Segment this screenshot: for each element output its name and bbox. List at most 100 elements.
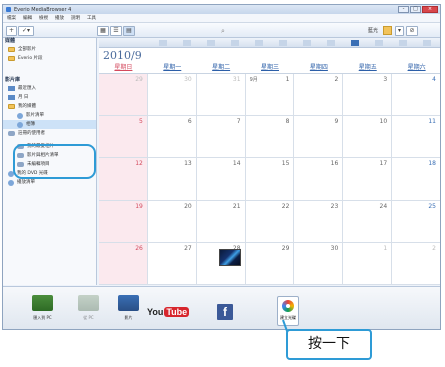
- calendar-day[interactable]: 25: [392, 201, 440, 243]
- calendar-day[interactable]: 29: [99, 74, 148, 117]
- day-number: 23: [330, 202, 339, 210]
- import-label: 匯入到 PC: [33, 315, 52, 320]
- calendar-day[interactable]: 16: [294, 158, 344, 201]
- menu-help[interactable]: 說明: [71, 15, 80, 21]
- sidebar-item-recent[interactable]: 最近匯入: [3, 84, 96, 93]
- calendar-day[interactable]: 5: [99, 116, 148, 159]
- calendar-day[interactable]: 24: [343, 200, 393, 243]
- day-number: 29: [281, 244, 290, 252]
- calendar-day[interactable]: 18: [392, 158, 440, 201]
- calendar-day[interactable]: 22: [245, 200, 295, 243]
- calendar-day[interactable]: 3: [343, 74, 393, 117]
- calendar-day[interactable]: 19: [99, 200, 148, 243]
- create-disc-button[interactable]: 建立光碟: [277, 296, 299, 326]
- video-thumbnail[interactable]: [218, 248, 241, 266]
- minimize-button[interactable]: -: [398, 6, 409, 13]
- sidebar-item-label: 註冊的使用者: [18, 131, 45, 136]
- calendar-day[interactable]: 30: [294, 242, 344, 285]
- search-icon[interactable]: ⌕: [221, 27, 225, 36]
- calendar-day[interactable]: 11: [392, 116, 440, 159]
- sidebar-item-label: Everio 片段: [18, 56, 43, 61]
- calendar-grid: 29 30 31 1 9月 2 3 4 5 6 7 8 9 10 11 12 13 14 15 16 17 18 19 20 2…: [99, 74, 440, 285]
- import-icon: [32, 295, 53, 311]
- calendar-day[interactable]: 30: [147, 74, 197, 117]
- calendar-day[interactable]: 12: [99, 158, 148, 201]
- menu-file[interactable]: 檔案: [7, 15, 16, 21]
- calendar-day[interactable]: 14: [196, 158, 246, 201]
- sidebar-item-my-media[interactable]: 我的媒體: [3, 102, 96, 111]
- calendar-day[interactable]: 21: [196, 200, 246, 243]
- calendar-day[interactable]: 9: [294, 116, 344, 159]
- day-number: 10: [379, 118, 388, 126]
- youtube-tube: Tube: [164, 307, 190, 317]
- calendar-day[interactable]: 28: [196, 242, 246, 285]
- day-number: 2: [334, 76, 339, 83]
- month-strip[interactable]: [99, 38, 440, 48]
- thumbnail-view-icon[interactable]: ▦: [97, 26, 109, 36]
- sidebar-item-label: 播放清單: [17, 180, 35, 185]
- calendar-day[interactable]: 13: [147, 158, 197, 201]
- calendar-day[interactable]: 20: [147, 200, 197, 243]
- calendar-day[interactable]: 29: [245, 242, 295, 285]
- tools-button[interactable]: ✓▾: [18, 26, 34, 36]
- calendar-day[interactable]: 23: [294, 200, 344, 243]
- section-heading: 影片庫: [5, 77, 21, 83]
- import-button[interactable]: 匯入到 PC: [25, 295, 60, 329]
- sidebar-item-all-videos[interactable]: 全部影片: [3, 45, 96, 54]
- calendar-day[interactable]: 15: [245, 158, 295, 201]
- sidebar-item-video-list[interactable]: 影片清單: [3, 111, 96, 120]
- calendar-view-icon[interactable]: ▤: [123, 26, 135, 36]
- calendar-day[interactable]: 6: [147, 116, 197, 159]
- weekday-mon: 星期一: [163, 64, 182, 71]
- day-number: 1: [383, 244, 388, 252]
- zoom-icon[interactable]: ⊘: [406, 26, 418, 36]
- day-number: 26: [135, 244, 143, 252]
- day-number: 7: [236, 118, 241, 126]
- close-button[interactable]: ×: [422, 6, 438, 13]
- day-number: 20: [184, 202, 192, 210]
- sidebar-item-albums[interactable]: 相簿: [3, 120, 96, 129]
- youtube-button[interactable]: You Tube: [147, 304, 191, 320]
- calendar-day[interactable]: 26: [99, 242, 148, 285]
- folder-icon[interactable]: [383, 26, 392, 35]
- calendar-day[interactable]: 17: [343, 158, 393, 201]
- day-number: 16: [330, 160, 339, 168]
- day-number: 21: [232, 202, 241, 210]
- day-number: 3: [383, 76, 388, 83]
- view-toggle-icon[interactable]: ▾: [395, 26, 404, 36]
- calendar-day[interactable]: 27: [147, 242, 197, 285]
- calendar-day[interactable]: 2: [294, 74, 344, 117]
- toolbar: + ✓▾ ▦ ☰ ▤ ⌕ 藍光 ▾ ⊘: [3, 23, 440, 38]
- sidebar-item-registered-users[interactable]: 註冊的使用者: [3, 129, 96, 138]
- list-view-icon[interactable]: ☰: [110, 26, 122, 36]
- calendar-day[interactable]: 8: [245, 116, 295, 159]
- menu-play[interactable]: 播放: [55, 15, 64, 21]
- add-button[interactable]: +: [6, 26, 17, 36]
- day-number: 30: [184, 76, 192, 83]
- sidebar-item-month[interactable]: 月 日: [3, 93, 96, 102]
- calendar-day[interactable]: 1: [343, 242, 393, 285]
- callout-box: 按一下: [286, 329, 372, 360]
- sidebar-item-everio[interactable]: Everio 片段: [3, 54, 96, 63]
- calendar-day[interactable]: 10: [343, 116, 393, 159]
- day-number: 5: [139, 118, 143, 126]
- menu-edit[interactable]: 編輯: [23, 15, 32, 21]
- day-number: 17: [379, 160, 388, 168]
- youtube-you: You: [147, 307, 164, 317]
- sidebar-item-label: 影片清單: [26, 113, 44, 118]
- export-button[interactable]: 從 PC: [71, 295, 106, 329]
- facebook-button[interactable]: f: [217, 304, 233, 320]
- maximize-button[interactable]: □: [410, 6, 421, 13]
- calendar-day[interactable]: 7: [196, 116, 246, 159]
- calendar-day[interactable]: 2: [392, 243, 440, 285]
- month-label: 2010/9: [103, 49, 142, 62]
- calendar-day[interactable]: 1 9月: [245, 74, 295, 117]
- menu-view[interactable]: 檢視: [39, 15, 48, 21]
- sidebar-item-playlist[interactable]: 播放清單: [3, 178, 96, 187]
- day-number: 31: [232, 76, 241, 83]
- menu-tools[interactable]: 工具: [87, 15, 96, 21]
- day-number: 30: [330, 244, 339, 252]
- video-button[interactable]: 影片: [111, 295, 146, 329]
- calendar-day[interactable]: 31: [196, 74, 246, 117]
- calendar-day[interactable]: 4: [392, 74, 440, 117]
